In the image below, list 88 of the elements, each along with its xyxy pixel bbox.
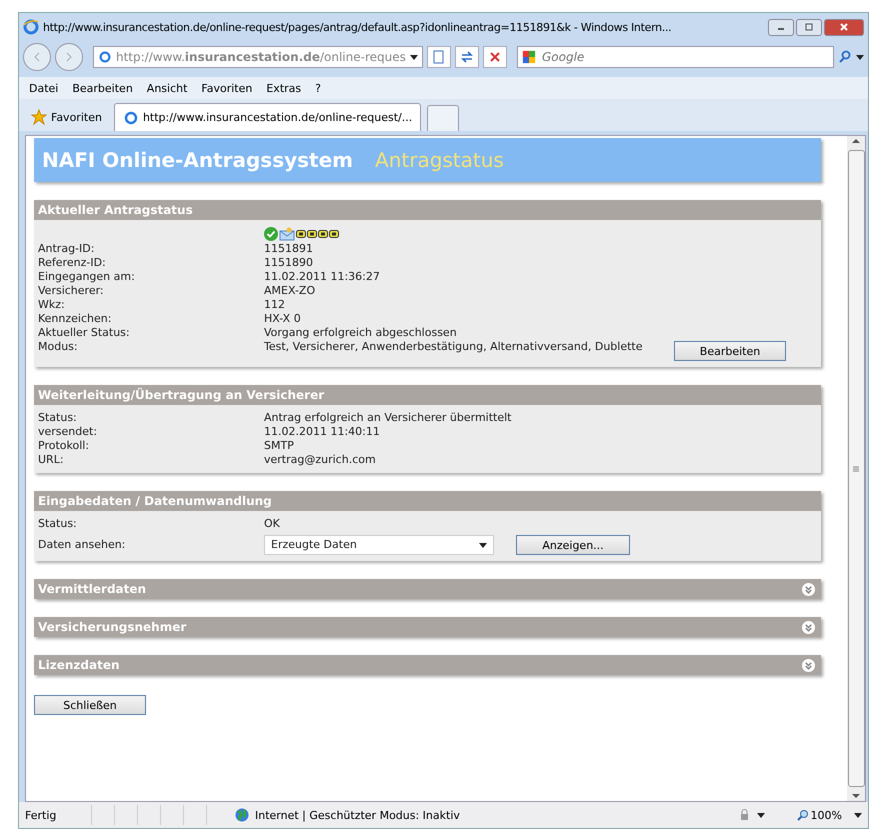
search-field[interactable]: Google xyxy=(517,46,834,68)
field-label: versendet: xyxy=(38,425,98,439)
refresh-button[interactable] xyxy=(455,46,479,68)
field-value: 112 xyxy=(264,298,286,312)
new-tab-button[interactable] xyxy=(427,105,460,131)
menu-item[interactable]: Bearbeiten xyxy=(72,82,133,94)
field-label: Antrag-ID: xyxy=(38,242,96,256)
field-value: 11.02.2011 11:36:27 xyxy=(264,270,381,284)
field-label: Daten ansehen: xyxy=(38,538,126,552)
expand-icon[interactable] xyxy=(802,620,815,634)
field-label: Modus: xyxy=(38,340,79,354)
dropdown-icon xyxy=(479,541,487,549)
scroll-up-icon[interactable] xyxy=(852,138,860,144)
check-icon xyxy=(264,227,278,241)
field-value: OK xyxy=(264,517,281,531)
grip-icon xyxy=(852,464,860,472)
section-title: Eingabedaten / Datenumwandlung xyxy=(38,494,272,508)
browser-tab[interactable]: http://www.insurancestation.de/online-request/... xyxy=(114,103,422,131)
page-title: NAFI Online-Antragssystem xyxy=(42,148,354,172)
dropdown-icon[interactable] xyxy=(756,811,765,819)
globe-icon xyxy=(235,808,249,822)
star-icon xyxy=(31,109,47,125)
field-label: Eingegangen am: xyxy=(38,270,136,284)
section-title: Weiterleitung/Übertragung an Versicherer xyxy=(38,388,324,402)
field-label: Referenz-ID: xyxy=(38,256,107,270)
edit-button[interactable]: Bearbeiten xyxy=(674,341,786,361)
security-zone-text: Internet | Geschützter Modus: Inaktiv xyxy=(255,808,460,822)
field-label: Status: xyxy=(38,517,78,531)
page-icon xyxy=(122,110,139,126)
field-value: HX-X 0 xyxy=(264,312,302,326)
search-icon[interactable] xyxy=(838,50,852,64)
close-icon xyxy=(839,22,849,32)
section-title: Lizenzdaten xyxy=(38,658,120,672)
favorites-button[interactable]: Favoriten xyxy=(25,103,108,131)
maximize-icon xyxy=(804,22,814,32)
back-button[interactable] xyxy=(23,43,51,71)
page-subtitle: Antragstatus xyxy=(375,148,504,172)
section-title: Vermittlerdaten xyxy=(38,582,146,596)
field-label: Aktueller Status: xyxy=(38,326,131,340)
mail-icon xyxy=(279,227,295,241)
page-icon xyxy=(432,50,446,64)
field-value: 1151890 xyxy=(264,256,314,270)
minimize-button[interactable] xyxy=(768,18,794,36)
close-button[interactable] xyxy=(824,18,864,36)
field-value: 1151891 xyxy=(264,242,314,256)
data-dropdown[interactable]: Erzeugte Daten xyxy=(264,535,494,555)
field-label: Kennzeichen: xyxy=(38,312,112,326)
field-value: Antrag erfolgreich an Versicherer übermittelt xyxy=(264,411,512,425)
dropdown-icon xyxy=(410,53,418,61)
field-label: Versicherer: xyxy=(38,284,105,298)
expand-icon[interactable] xyxy=(802,658,815,672)
show-button[interactable]: Anzeigen... xyxy=(516,535,630,555)
page-icon xyxy=(98,50,112,64)
menu-item[interactable]: Ansicht xyxy=(146,82,188,94)
zoom-button[interactable]: 100% xyxy=(790,808,848,822)
field-value: Test, Versicherer, Anwenderbestätigung, Alternativversand, Dublette xyxy=(264,340,644,354)
stop-icon xyxy=(488,50,502,64)
menu-item[interactable]: Extras xyxy=(266,82,302,94)
forward-button[interactable] xyxy=(55,43,83,71)
section-title: Aktueller Antragstatus xyxy=(38,203,193,217)
field-value: Vorgang erfolgreich abgeschlossen xyxy=(264,326,458,340)
field-value: AMEX-ZO xyxy=(264,284,316,298)
menu-item[interactable]: ? xyxy=(315,82,321,94)
magnifier-icon xyxy=(796,809,809,821)
stop-button[interactable] xyxy=(483,46,507,68)
expand-icon[interactable] xyxy=(802,582,815,596)
compatibility-button[interactable] xyxy=(427,46,451,68)
menu-item[interactable]: Favoriten xyxy=(201,82,252,94)
field-label: Status: xyxy=(38,411,78,425)
field-value: vertrag@zurich.com xyxy=(264,453,377,467)
dropdown-icon[interactable] xyxy=(856,53,864,61)
field-label: Wkz: xyxy=(38,298,66,312)
dropdown-icon[interactable] xyxy=(854,811,862,819)
scroll-down-icon[interactable] xyxy=(852,793,860,799)
status-text: Fertig xyxy=(25,808,58,822)
scroll-thumb[interactable] xyxy=(848,150,864,787)
field-label: Protokoll: xyxy=(38,439,90,453)
menu-item[interactable]: Datei xyxy=(29,82,58,94)
browser-logo-icon xyxy=(23,19,39,35)
close-page-button[interactable]: Schließen xyxy=(34,695,146,715)
window-title: http://www.insurancestation.de/online-request/pages/antrag/default.asp?idonlineantrag=1151891&k - Windows Intern... xyxy=(43,20,672,34)
section-title: Versicherungsnehmer xyxy=(38,620,186,634)
maximize-button[interactable] xyxy=(796,18,822,36)
refresh-icon xyxy=(460,50,474,64)
address-field[interactable]: http://www.insurancestation.de/online-reques xyxy=(93,46,423,68)
field-value: 11.02.2011 11:40:11 xyxy=(264,425,381,439)
field-value: SMTP xyxy=(264,439,295,453)
field-label: URL: xyxy=(38,453,65,467)
